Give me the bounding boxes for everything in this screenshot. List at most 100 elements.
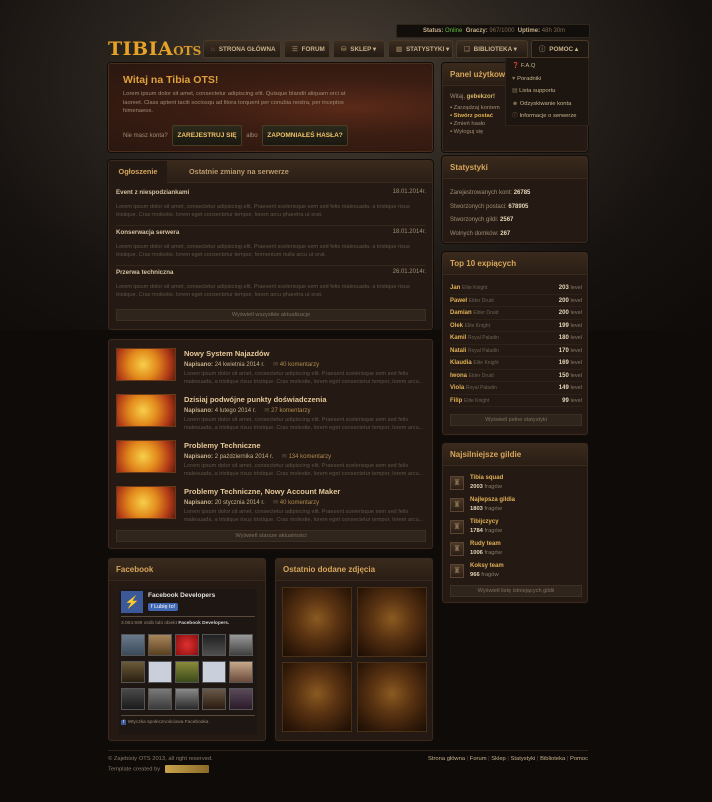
nav-help[interactable]: ⓘ POMOC ▴: [531, 40, 589, 58]
tab-announcements[interactable]: Ogłoszenie: [109, 161, 167, 183]
site-logo[interactable]: TIBIAOTS: [108, 38, 201, 60]
player-name[interactable]: Viola: [450, 385, 464, 391]
dropdown-item-server-info[interactable]: ⓘ Informacje o serwerze: [512, 110, 588, 123]
facebook-friend-avatar[interactable]: [202, 661, 226, 683]
nav-home[interactable]: ⌂ STRONA GŁÓWNA: [203, 40, 281, 58]
player-name[interactable]: Klaudia: [450, 360, 472, 366]
news-title[interactable]: Problemy Techniczne: [184, 441, 424, 450]
show-all-guilds-button[interactable]: Wyświetl listę istniejących gildii: [450, 585, 582, 597]
facebook-friend-avatar[interactable]: [148, 634, 172, 656]
guild-row[interactable]: ♜ Tibia squad 2003 fragów: [450, 473, 582, 495]
show-older-news-button[interactable]: Wyświetl starsze aktualności: [116, 530, 426, 542]
guild-row[interactable]: ♜ Najlepsza gildia 1803 fragów: [450, 495, 582, 517]
facebook-friend-avatar[interactable]: [148, 688, 172, 710]
player-name[interactable]: Jan: [450, 285, 460, 291]
news-comments-link[interactable]: 40 komentarzy: [280, 362, 319, 368]
announcement-title[interactable]: Konserwacja serwera: [116, 229, 179, 236]
footer-link[interactable]: Forum: [470, 756, 487, 762]
footer-link[interactable]: Strona główna: [428, 756, 465, 762]
news-thumbnail[interactable]: [116, 348, 176, 381]
facebook-friend-avatar[interactable]: [229, 688, 253, 710]
players-label: Graczy:: [465, 28, 488, 34]
facebook-friend-avatar[interactable]: [121, 688, 145, 710]
register-button[interactable]: ZAREJESTRUJ SIĘ: [172, 125, 242, 146]
uptime-label: Uptime:: [517, 28, 541, 34]
top10-row[interactable]: Paweł Elder Druid 200 level: [450, 295, 582, 307]
facebook-friend-avatar[interactable]: [229, 634, 253, 656]
tab-server-changes[interactable]: Ostatnie zmiany na serwerze: [189, 161, 289, 183]
footer-link[interactable]: Pomoc: [570, 756, 588, 762]
gallery-photo[interactable]: [282, 587, 352, 657]
facebook-like-button[interactable]: f Lubię to!: [148, 603, 179, 611]
facebook-friend-avatar[interactable]: [121, 661, 145, 683]
user-link-logout[interactable]: ▪ Wyloguj się: [450, 128, 500, 136]
top10-row[interactable]: Filip Elite Knight 99 level: [450, 395, 582, 407]
player-name[interactable]: Damian: [450, 310, 472, 316]
top10-row[interactable]: Damian Elder Druid 200 level: [450, 307, 582, 320]
facebook-friend-avatar[interactable]: [121, 634, 145, 656]
footer-link[interactable]: Sklep: [491, 756, 506, 762]
news-title[interactable]: Nowy System Najazdów: [184, 349, 424, 358]
dropdown-item-support-list[interactable]: ▤ Lista supportu: [512, 85, 588, 98]
top10-row[interactable]: Olek Elite Knight 199 level: [450, 320, 582, 332]
facebook-page-name[interactable]: Facebook Developers: [148, 592, 215, 599]
guild-name[interactable]: Tibia squad: [470, 475, 503, 481]
news-title[interactable]: Dzisiaj podwójne punkty doświadczenia: [184, 395, 424, 404]
guild-name[interactable]: Tibijczycy: [470, 519, 499, 525]
guild-name[interactable]: Najlepsza gildia: [470, 497, 515, 503]
player-name[interactable]: Filip: [450, 398, 462, 404]
nav-shop[interactable]: ⛁ SKLEP ▾: [333, 40, 385, 58]
announcement-title[interactable]: Przerwa techniczna: [116, 269, 173, 276]
news-title[interactable]: Problemy Techniczne, Nowy Account Maker: [184, 487, 424, 496]
footer-link[interactable]: Statystyki: [511, 756, 536, 762]
facebook-friend-avatar[interactable]: [202, 634, 226, 656]
news-thumbnail[interactable]: [116, 486, 176, 519]
nav-forum[interactable]: ☰ FORUM: [284, 40, 330, 58]
user-link-create-character[interactable]: ▪ Stwórz postać: [450, 112, 500, 120]
facebook-page-logo[interactable]: ⚡: [121, 591, 143, 613]
player-name[interactable]: Natali: [450, 348, 466, 354]
top10-row[interactable]: Jan Elite Knight 203 level: [450, 282, 582, 295]
user-link-manage[interactable]: ▪ Zarządzaj kontem: [450, 104, 500, 112]
news-comments-link[interactable]: 40 komentarzy: [280, 500, 319, 506]
facebook-friend-avatar[interactable]: [175, 634, 199, 656]
news-comments-link[interactable]: 134 komentarzy: [288, 454, 331, 460]
guild-name[interactable]: Rudy team: [470, 541, 501, 547]
top10-row[interactable]: Natali Royal Paladin 170 level: [450, 345, 582, 357]
player-name[interactable]: Olek: [450, 323, 463, 329]
author-logo[interactable]: [164, 765, 209, 773]
dropdown-item-account-recovery[interactable]: ☻ Odzyskiwanie konta: [512, 98, 588, 111]
forgot-password-button[interactable]: ZAPOMNIAŁEŚ HASŁA?: [262, 125, 348, 146]
top10-row[interactable]: Viola Royal Paladin 149 level: [450, 382, 582, 395]
news-comments-link[interactable]: 27 komentarzy: [271, 408, 310, 414]
player-name[interactable]: Paweł: [450, 298, 467, 304]
facebook-friend-avatar[interactable]: [148, 661, 172, 683]
guild-row[interactable]: ♜ Koksy team 966 fragów: [450, 561, 582, 583]
facebook-friend-avatar[interactable]: [229, 661, 253, 683]
show-all-updates-button[interactable]: Wyświetl wszystkie aktualizacje: [116, 309, 426, 321]
gallery-photo[interactable]: [357, 662, 427, 732]
nav-library[interactable]: ❑ BIBLIOTEKA ▾: [456, 40, 528, 58]
gallery-photo[interactable]: [282, 662, 352, 732]
dropdown-item-faq[interactable]: ❓ F.A.Q: [512, 60, 588, 73]
news-thumbnail[interactable]: [116, 394, 176, 427]
guild-name[interactable]: Koksy team: [470, 563, 504, 569]
gallery-photo[interactable]: [357, 587, 427, 657]
news-thumbnail[interactable]: [116, 440, 176, 473]
footer-link[interactable]: Biblioteka: [540, 756, 565, 762]
show-full-stats-button[interactable]: Wyświetl pełne statystyki: [450, 414, 582, 426]
player-name[interactable]: Kamil: [450, 335, 466, 341]
announcement-title[interactable]: Event z niespodziankami: [116, 189, 189, 196]
nav-stats[interactable]: ▥ STATYSTYKI ▾: [388, 40, 453, 58]
guild-row[interactable]: ♜ Rudy team 1006 fragów: [450, 539, 582, 561]
facebook-friend-avatar[interactable]: [175, 661, 199, 683]
facebook-friend-avatar[interactable]: [175, 688, 199, 710]
facebook-friend-avatar[interactable]: [202, 688, 226, 710]
top10-row[interactable]: Klaudia Elite Knight 169 level: [450, 357, 582, 370]
top10-row[interactable]: Kamil Royal Paladin 180 level: [450, 332, 582, 345]
player-name[interactable]: Iwona: [450, 373, 467, 379]
dropdown-item-guides[interactable]: ♥ Poradniki: [512, 73, 588, 86]
top10-row[interactable]: Iwona Elder Druid 150 level: [450, 370, 582, 382]
user-link-change-password[interactable]: ▪ Zmień hasło: [450, 120, 500, 128]
guild-row[interactable]: ♜ Tibijczycy 1784 fragów: [450, 517, 582, 539]
